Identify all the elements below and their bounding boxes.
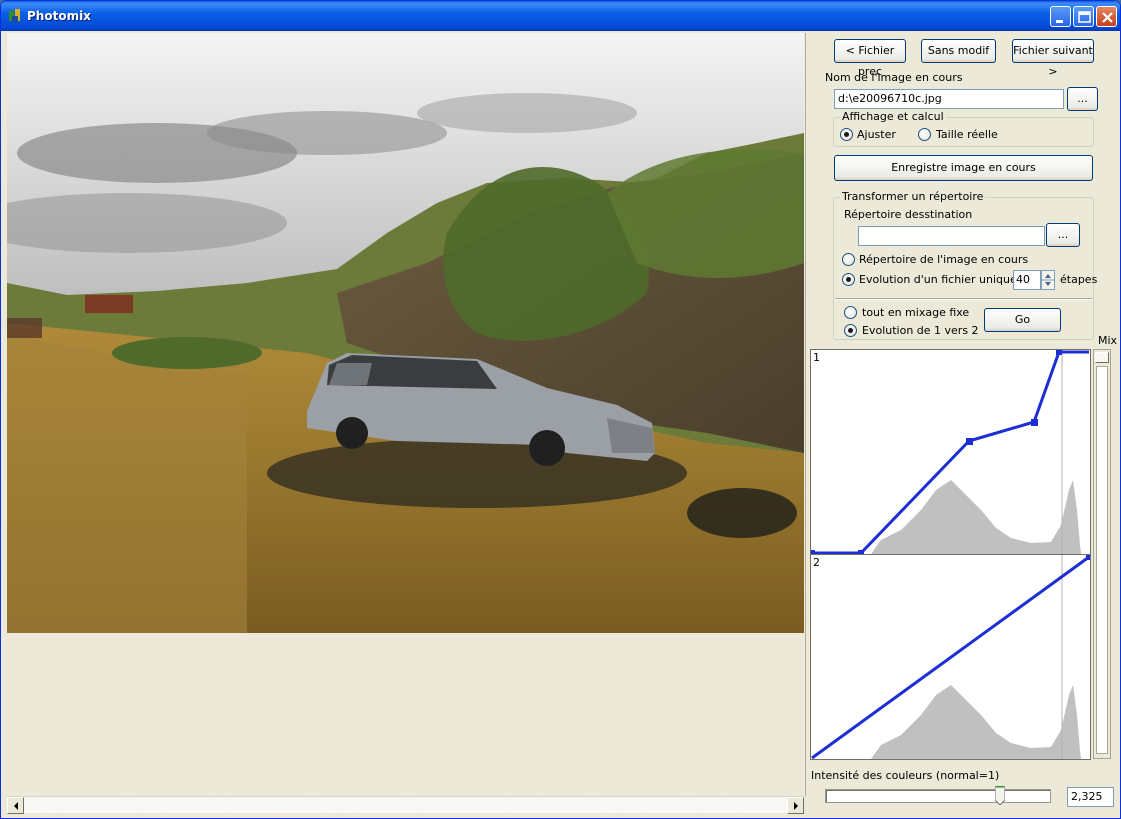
- curve-2-point: [1086, 555, 1090, 560]
- steps-input[interactable]: 40: [1013, 270, 1041, 290]
- curve-2-editor[interactable]: 2: [810, 554, 1091, 760]
- browse-image-button[interactable]: ...: [1067, 87, 1098, 111]
- mix-slider[interactable]: [1093, 349, 1111, 759]
- destination-label: Répertoire desstination: [844, 208, 973, 221]
- mix-slider-thumb[interactable]: [1095, 352, 1109, 363]
- spinner-arrows-icon: [1042, 274, 1054, 286]
- curve-2-histogram: [871, 685, 1081, 759]
- no-modification-button[interactable]: Sans modif: [921, 39, 996, 63]
- curve-1-point: [966, 438, 973, 445]
- curve-1-graph: [811, 350, 1089, 554]
- intensity-slider-track[interactable]: [825, 789, 1051, 803]
- display-group: Affichage et calcul Ajuster Taille réell…: [833, 110, 1094, 147]
- save-image-button[interactable]: Enregistre image en cours: [834, 155, 1093, 181]
- scroll-track[interactable]: [24, 798, 787, 813]
- mix-slider-track[interactable]: [1096, 366, 1108, 754]
- fit-radio[interactable]: [840, 128, 853, 141]
- same-dir-radio[interactable]: [842, 253, 855, 266]
- current-image-field[interactable]: d:\e20096710c.jpg: [834, 89, 1064, 109]
- transform-group-title: Transformer un répertoire: [840, 190, 986, 203]
- same-dir-label: Répertoire de l'image en cours: [859, 253, 1029, 266]
- intensity-slider-thumb[interactable]: [995, 786, 1006, 805]
- real-size-label: Taille réelle: [936, 128, 998, 141]
- curve-1-point: [1031, 419, 1038, 426]
- intensity-value-field[interactable]: 2,325: [1067, 787, 1114, 807]
- fixed-mix-radio[interactable]: [844, 306, 857, 319]
- control-panel: < Fichier prec Sans modif Fichier suivan…: [808, 31, 1117, 816]
- scroll-right-button[interactable]: [787, 797, 804, 814]
- real-size-radio[interactable]: [918, 128, 931, 141]
- app-window: Photomix < Fichier prec Sans modif Fichi…: [0, 0, 1121, 819]
- curve-1-histogram: [871, 480, 1081, 554]
- evolution-1-to-2-radio[interactable]: [844, 324, 857, 337]
- curve-2-graph: [811, 555, 1090, 759]
- transform-separator: [835, 298, 1092, 300]
- evolution-radio[interactable]: [842, 273, 855, 286]
- steps-suffix-label: étapes: [1060, 273, 1098, 286]
- current-image-label: Nom de l'image en cours: [825, 71, 963, 84]
- transform-group: Transformer un répertoire Répertoire des…: [833, 190, 1098, 340]
- next-file-button[interactable]: Fichier suivant >: [1012, 39, 1094, 78]
- title-bar[interactable]: Photomix: [1, 1, 1120, 31]
- photo-preview[interactable]: [7, 33, 804, 633]
- close-button[interactable]: [1096, 6, 1117, 27]
- mix-label: Mix: [1098, 334, 1118, 347]
- curve-1-point: [1056, 350, 1062, 355]
- destination-field[interactable]: [858, 226, 1045, 246]
- display-group-title: Affichage et calcul: [840, 110, 946, 123]
- client-area: < Fichier prec Sans modif Fichier suivan…: [5, 31, 1117, 816]
- maximize-button[interactable]: [1073, 6, 1094, 27]
- app-icon: [9, 9, 20, 22]
- minimize-button[interactable]: [1050, 6, 1071, 27]
- window-title: Photomix: [27, 9, 91, 23]
- go-button[interactable]: Go: [984, 308, 1061, 332]
- curves-area: 1 2: [810, 349, 1092, 761]
- fit-label: Ajuster: [857, 128, 896, 141]
- previous-file-button[interactable]: < Fichier prec: [834, 39, 906, 78]
- scroll-left-button[interactable]: [7, 797, 24, 814]
- curve-1-editor[interactable]: 1: [810, 349, 1091, 555]
- image-view[interactable]: [7, 33, 806, 796]
- horizontal-scrollbar[interactable]: [7, 796, 804, 814]
- browse-destination-button[interactable]: ...: [1046, 223, 1080, 247]
- fixed-mix-label: tout en mixage fixe: [862, 306, 970, 319]
- evolution-1-to-2-label: Evolution de 1 vers 2: [862, 324, 979, 337]
- steps-spinner[interactable]: [1041, 270, 1055, 290]
- intensity-label: Intensité des couleurs (normal=1): [811, 769, 1000, 782]
- evolution-label: Evolution d'un fichier unique en: [859, 273, 1034, 286]
